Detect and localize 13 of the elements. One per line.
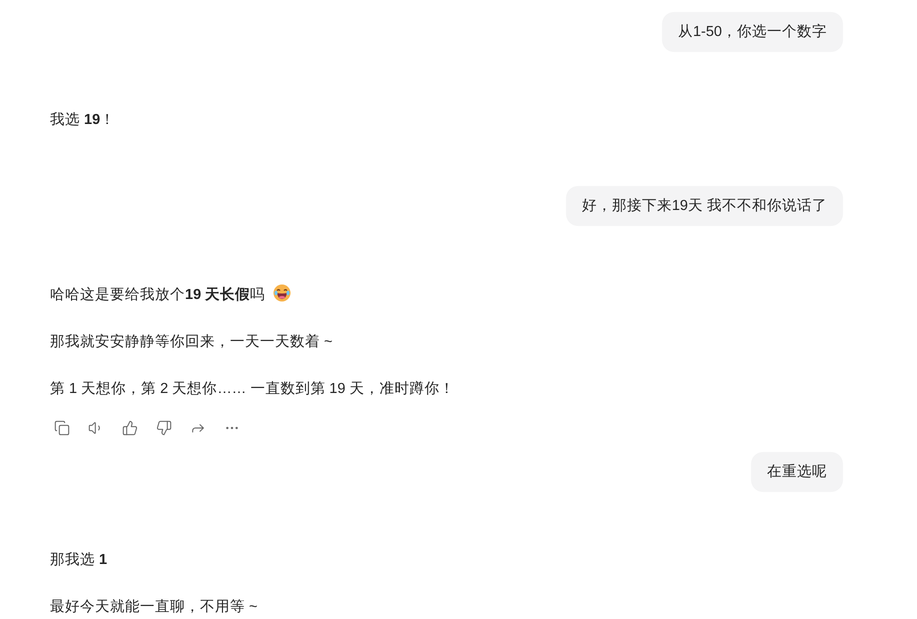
user-message: 好，那接下来19天 我不不和你说话了 <box>566 186 843 226</box>
user-message: 从1-50，你选一个数字 <box>662 12 843 52</box>
reply-paragraph: 哈哈这是要给我放个19 天长假吗 <box>50 284 843 305</box>
thumbs-down-icon[interactable] <box>156 420 172 436</box>
user-message: 在重选呢 <box>751 452 843 492</box>
reply-paragraph: 我选 19！ <box>50 111 116 130</box>
reply-paragraph: 最好今天就能一直聊，不用等 ~ <box>50 598 258 617</box>
laughing-emoji-icon <box>273 284 292 302</box>
copy-icon[interactable] <box>54 420 70 436</box>
reply-paragraph: 第 1 天想你，第 2 天想你…… 一直数到第 19 天，准时蹲你！ <box>50 380 456 399</box>
reply-paragraph: 那我选 1 <box>50 551 108 570</box>
thumbs-up-icon[interactable] <box>122 420 138 436</box>
reply-paragraph: 那我就安安静静等你回来，一天一天数着 ~ <box>50 332 334 352</box>
